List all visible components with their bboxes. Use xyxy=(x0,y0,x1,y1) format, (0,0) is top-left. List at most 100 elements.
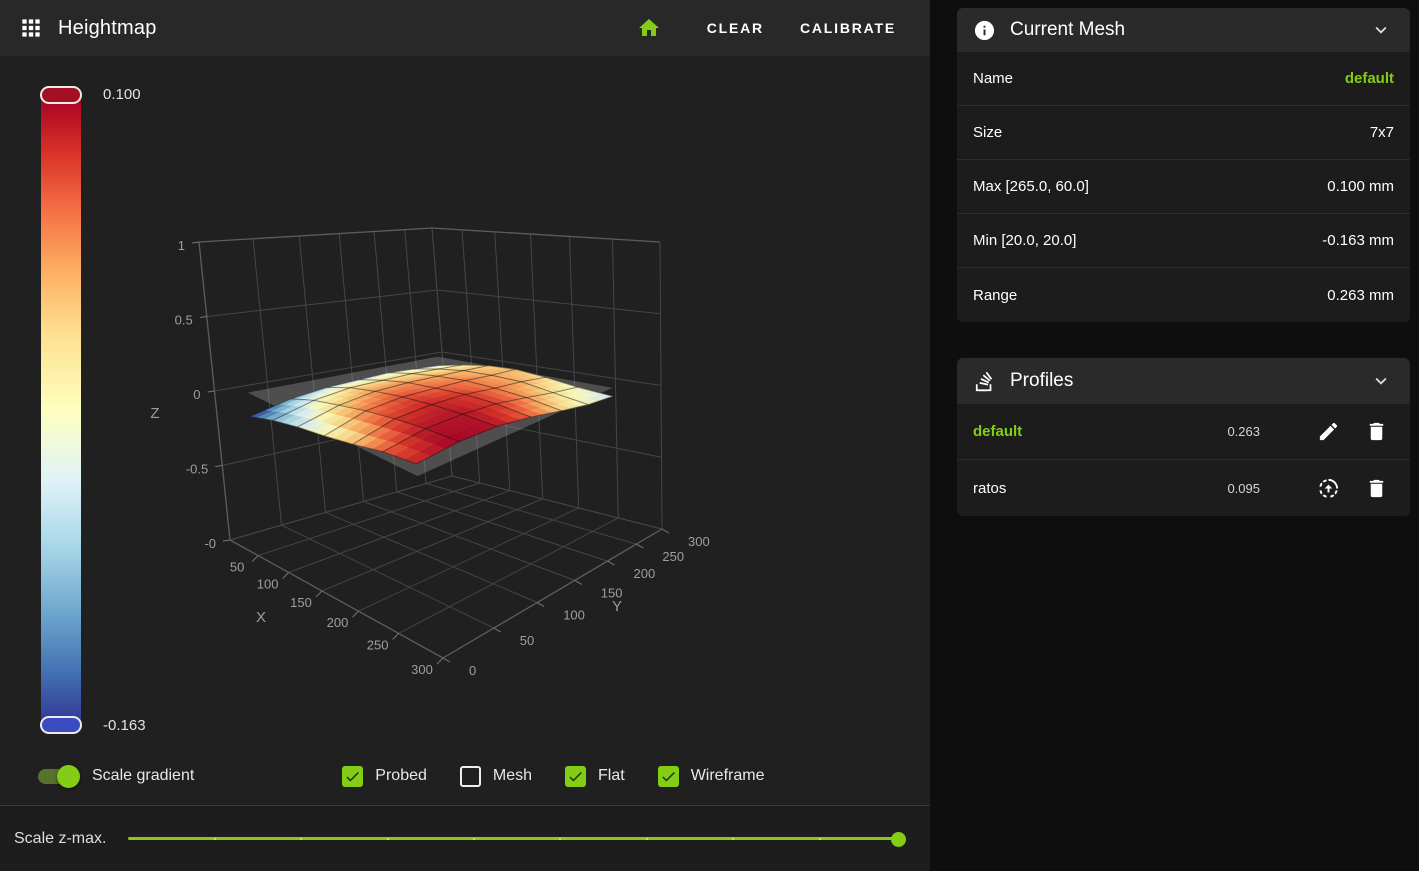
mesh-info-label: Size xyxy=(973,124,1003,141)
profiles-card: Profiles default 0.263 ratos 0.095 xyxy=(957,358,1410,516)
current-mesh-title: Current Mesh xyxy=(1010,19,1126,40)
svg-text:100: 100 xyxy=(563,608,585,623)
color-gradient xyxy=(41,94,81,725)
mesh-info-label: Min [20.0, 20.0] xyxy=(973,232,1077,249)
svg-text:300: 300 xyxy=(688,534,710,549)
mesh-info-label: Range xyxy=(973,286,1018,304)
upload-profile-icon xyxy=(1317,477,1340,500)
scale-z-slider[interactable] xyxy=(128,829,906,849)
load-profile-button[interactable] xyxy=(1304,466,1352,510)
heightmap-app: Heightmap CLEAR CALIBRATE 1 0.5 0 -0.5 -0 50 1… xyxy=(0,0,1419,871)
surface-plot-area: 1 0.5 0 -0.5 -0 50 100 150 200 250 300 0 50 100 150 200… xyxy=(0,56,930,805)
svg-text:200: 200 xyxy=(327,615,349,630)
mesh-info-value: default xyxy=(1344,70,1394,87)
svg-text:100: 100 xyxy=(257,576,279,591)
checkbox-checked-icon[interactable] xyxy=(342,765,364,787)
svg-text:-0: -0 xyxy=(204,536,216,551)
edit-profile-button[interactable] xyxy=(1304,410,1352,454)
toggle-knob[interactable] xyxy=(57,764,80,788)
trash-icon xyxy=(1365,420,1388,443)
profiles-title: Profiles xyxy=(1010,370,1074,391)
grid-icon xyxy=(18,15,44,41)
slider-knob[interactable] xyxy=(891,831,906,847)
mesh-info-row: Range 0.263 mm xyxy=(957,268,1410,322)
home-button[interactable] xyxy=(623,8,675,48)
current-mesh-rows: Name default Size 7x7 Max [265.0, 60.0] 0.100… xyxy=(957,52,1410,322)
gradient-max-handle xyxy=(40,86,82,104)
delete-profile-button[interactable] xyxy=(1352,410,1400,454)
svg-text:Z: Z xyxy=(150,405,159,422)
profiles-rows: default 0.263 ratos 0.095 xyxy=(957,404,1410,516)
svg-text:250: 250 xyxy=(367,637,389,652)
mesh-info-row: Max [265.0, 60.0] 0.100 mm xyxy=(957,160,1410,214)
checkbox-flat[interactable]: Flat xyxy=(565,765,625,787)
mesh-info-value: -0.163 mm xyxy=(1322,232,1394,249)
delete-profile-button[interactable] xyxy=(1352,466,1400,510)
profile-row: ratos 0.095 xyxy=(957,460,1410,516)
svg-text:0.5: 0.5 xyxy=(175,313,193,328)
checkbox-unchecked-icon[interactable] xyxy=(459,765,481,787)
svg-text:50: 50 xyxy=(230,560,244,575)
heightmap-panel: Heightmap CLEAR CALIBRATE 1 0.5 0 -0.5 -0 50 1… xyxy=(0,0,930,871)
svg-text:X: X xyxy=(256,609,266,626)
scale-gradient-toggle[interactable] xyxy=(38,764,80,788)
profile-row: default 0.263 xyxy=(957,404,1410,460)
svg-text:200: 200 xyxy=(634,566,656,581)
page-title: Heightmap xyxy=(58,16,157,39)
svg-text:-0.5: -0.5 xyxy=(186,462,208,477)
gradient-min-label: -0.163 xyxy=(103,717,146,734)
pencil-icon xyxy=(1317,420,1340,443)
slider-tick xyxy=(818,837,821,840)
gradient-min-handle xyxy=(40,716,82,734)
checkbox-mesh[interactable]: Mesh xyxy=(459,765,533,787)
checkbox-label: Probed xyxy=(375,767,427,784)
collapse-profiles-button[interactable] xyxy=(1366,366,1396,396)
slider-tick xyxy=(213,837,216,840)
clear-button[interactable]: CLEAR xyxy=(689,10,782,46)
slider-track[interactable] xyxy=(128,837,898,840)
collapse-current-mesh-button[interactable] xyxy=(1366,15,1396,45)
checkbox-probed[interactable]: Probed xyxy=(342,765,427,787)
mesh-info-value: 7x7 xyxy=(1369,124,1394,141)
svg-text:50: 50 xyxy=(520,633,534,648)
scale-gradient-label: Scale gradient xyxy=(92,767,195,784)
slider-tick xyxy=(386,837,389,840)
slider-tick xyxy=(300,837,303,840)
checkbox-label: Wireframe xyxy=(690,767,765,784)
mesh-info-row: Name default xyxy=(957,52,1410,106)
mesh-info-value: 0.263 mm xyxy=(1327,286,1394,304)
info-icon xyxy=(973,19,996,42)
profile-range-value: 0.095 xyxy=(1227,480,1260,496)
side-panel: Current Mesh Name default Size 7x7 Max [265.… xyxy=(930,0,1419,871)
chevron-down-icon xyxy=(1375,26,1387,34)
mesh-info-label: Name xyxy=(973,70,1014,87)
slider-tick xyxy=(732,837,735,840)
checkbox-checked-icon[interactable] xyxy=(565,765,587,787)
profiles-header: Profiles xyxy=(957,358,1410,404)
slider-tick xyxy=(645,837,648,840)
profile-name: ratos xyxy=(973,479,1007,497)
calibrate-button[interactable]: CALIBRATE xyxy=(782,10,914,46)
svg-text:0: 0 xyxy=(193,387,200,402)
mesh-info-row: Min [20.0, 20.0] -0.163 mm xyxy=(957,214,1410,268)
checkbox-checked-icon[interactable] xyxy=(657,765,679,787)
surface-3d-plot[interactable]: 10.50-0.5-050100150200250300 050100150200… xyxy=(0,56,930,804)
scale-z-label: Scale z-max. xyxy=(14,829,107,847)
gradient-max-label: 0.100 xyxy=(103,86,141,103)
svg-text:250: 250 xyxy=(662,549,684,564)
mesh-info-label: Max [265.0, 60.0] xyxy=(973,178,1089,195)
checkbox-wireframe[interactable]: Wireframe xyxy=(657,765,765,787)
profile-name: default xyxy=(973,423,1023,440)
color-scale-bar: 0.100 -0.163 xyxy=(40,86,146,734)
current-mesh-header: Current Mesh xyxy=(957,8,1410,52)
checkbox-label: Flat xyxy=(598,767,625,784)
svg-text:Y: Y xyxy=(612,598,622,615)
checkbox-label: Mesh xyxy=(492,767,533,784)
svg-text:1: 1 xyxy=(178,238,185,253)
slider-tick xyxy=(473,837,476,840)
heightmap-header: Heightmap CLEAR CALIBRATE xyxy=(0,0,930,56)
chevron-down-icon xyxy=(1375,377,1387,385)
stack-icon xyxy=(973,370,996,393)
plot-controls: Scale gradient Probed Mesh Flat Wireframe xyxy=(0,755,930,797)
mesh-info-value: 0.100 mm xyxy=(1327,178,1394,195)
